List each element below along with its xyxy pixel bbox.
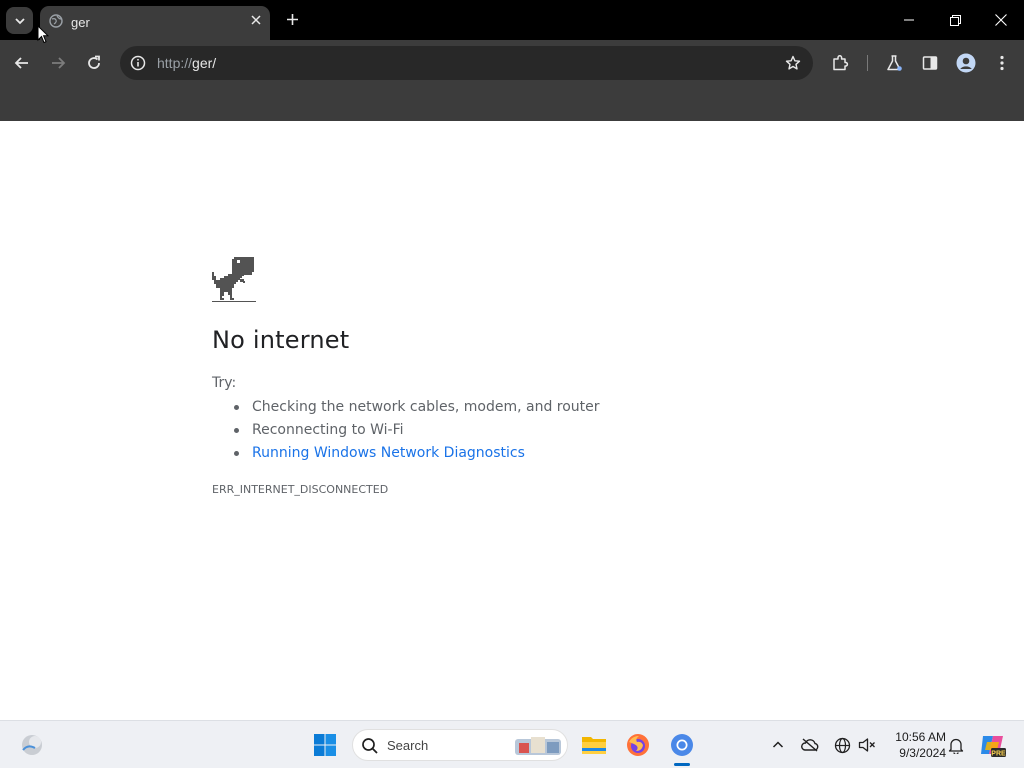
windows-logo-icon [314,734,336,756]
site-info-button[interactable] [128,53,148,73]
page-title: No internet [212,326,350,354]
forward-arrow-icon [52,57,66,69]
minimize-button[interactable] [894,5,924,35]
show-hidden-icons-button[interactable] [768,735,788,755]
labs-button[interactable] [883,52,905,74]
taskbar-firefox[interactable] [622,729,654,761]
url-scheme: http:// [157,55,193,71]
bookmarks-bar [0,86,1024,121]
windows-taskbar: Search 10:56 AM 9/3/2024 PRE [0,720,1024,768]
puzzle-icon [833,54,849,71]
reload-icon [88,55,100,69]
taskbar-file-explorer[interactable] [578,729,610,761]
chevron-down-icon [14,17,25,24]
close-icon [251,15,261,25]
page-content: No internet Try: Checking the network ca… [0,121,1024,720]
search-placeholder: Search [387,738,429,753]
weather-icon [22,735,42,755]
extensions-button[interactable] [829,52,851,74]
chrome-icon [671,734,693,756]
reload-button[interactable] [80,49,108,77]
suggestion-check-cables: Checking the network cables, modem, and … [232,397,600,420]
restore-button[interactable] [940,5,970,35]
chevron-up-icon [772,741,784,748]
bookmark-star-button[interactable] [783,53,803,73]
copilot-button[interactable]: PRE [977,729,1009,761]
onedrive-tray-button[interactable] [800,735,820,755]
minimize-icon [904,19,914,21]
try-label: Try: [212,375,237,391]
toolbar-separator [867,55,868,71]
url-host: ger/ [192,55,217,71]
bell-icon [948,738,964,754]
browser-titlebar: ger [0,0,1024,40]
close-window-button[interactable] [986,5,1016,35]
tab-close-button[interactable] [248,12,264,28]
tab-title: ger [71,15,90,30]
close-icon [995,14,1007,26]
taskbar-chrome[interactable] [666,729,698,761]
forward-button[interactable] [44,49,72,77]
firefox-icon [627,734,649,756]
tab-search-button[interactable] [6,7,33,34]
start-button[interactable] [309,729,341,761]
restore-icon [949,14,961,26]
browser-tab[interactable]: ger [40,6,270,40]
back-arrow-icon [14,57,28,69]
speaker-muted-icon [858,738,875,752]
search-icon [362,738,378,754]
url-text: http://ger/ [157,55,216,71]
back-button[interactable] [8,49,36,77]
plus-icon [286,13,298,25]
error-code: ERR_INTERNET_DISCONNECTED [212,483,389,496]
profile-button[interactable] [955,52,977,74]
cloud-offline-icon [801,738,819,752]
info-icon [130,55,146,71]
suggestion-list: Checking the network cables, modem, and … [232,397,600,466]
side-panel-button[interactable] [919,52,941,74]
clock-time: 10:56 AM [895,730,946,744]
browser-toolbar: http://ger/ [0,40,1024,86]
globe-icon [49,14,63,28]
address-bar[interactable]: http://ger/ [120,46,813,80]
suggestion-reconnect-wifi: Reconnecting to Wi-Fi [232,420,600,443]
file-explorer-icon [582,737,606,754]
search-highlight-icon [515,737,561,755]
kebab-menu-icon [1000,55,1004,71]
active-app-indicator [674,763,690,766]
chrome-menu-button[interactable] [991,52,1013,74]
mouse-cursor-icon [37,25,49,44]
dinosaur-icon[interactable] [212,257,256,303]
flask-icon [887,55,902,71]
globe-icon [834,737,850,753]
weather-widget[interactable] [16,729,48,761]
taskbar-clock[interactable]: 10:56 AM 9/3/2024 [884,729,946,761]
side-panel-icon [922,56,938,70]
copilot-icon: PRE [981,736,1006,757]
taskbar-search[interactable]: Search [352,729,568,761]
notifications-button[interactable] [946,735,966,755]
clock-date: 9/3/2024 [899,746,946,760]
svg-text:PRE: PRE [991,750,1006,757]
volume-tray-button[interactable] [857,735,877,755]
avatar-icon [956,53,976,73]
network-diagnostics-link[interactable]: Running Windows Network Diagnostics [232,443,600,466]
new-tab-button[interactable] [282,9,302,29]
network-tray-button[interactable] [832,735,852,755]
star-icon [785,55,801,70]
